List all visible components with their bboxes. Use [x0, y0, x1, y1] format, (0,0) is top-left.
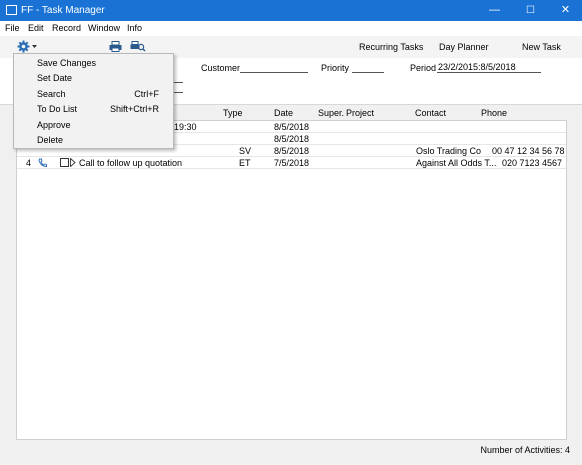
- print-preview-icon[interactable]: [130, 41, 146, 52]
- activity-table: 19:30 8/5/2018 8/5/2018 SV 8/5/2018 Oslo…: [16, 120, 567, 440]
- day-planner-button[interactable]: Day Planner: [439, 42, 489, 52]
- row-contact: Oslo Trading Co: [416, 146, 482, 156]
- play-arrow-icon[interactable]: [70, 158, 76, 167]
- row-subject: Call to follow up quotation: [79, 158, 183, 168]
- title-bar: FF - Task Manager — ☐ ✕: [0, 0, 582, 21]
- activity-count: Number of Activities: 4: [480, 445, 570, 455]
- menu-bar: File Edit Record Window Info: [0, 21, 582, 36]
- menu-item-search[interactable]: Search Ctrl+F: [14, 87, 173, 102]
- row-contact: Against All Odds T...: [416, 158, 497, 168]
- new-task-button[interactable]: New Task: [522, 42, 561, 52]
- close-button[interactable]: ✕: [548, 0, 582, 21]
- period-label: Period: [410, 63, 437, 73]
- customer-label: Customer: [201, 63, 241, 73]
- gear-icon[interactable]: [17, 40, 39, 53]
- row-date: 7/5/2018: [274, 158, 310, 168]
- menu-edit[interactable]: Edit: [28, 23, 44, 33]
- menu-item-label: Save Changes: [37, 58, 97, 68]
- menu-item-delete[interactable]: Delete: [14, 133, 173, 148]
- row-phone: 020 7123 4567: [502, 158, 563, 168]
- done-checkbox[interactable]: [60, 158, 69, 167]
- row-date: 8/5/2018: [274, 134, 310, 144]
- menu-file[interactable]: File: [5, 23, 20, 33]
- menu-item-label: Set Date: [37, 73, 73, 83]
- table-row[interactable]: 4 Call to follow up quotation ET 7/5/201…: [17, 157, 566, 169]
- menu-item-shortcut: Ctrl+F: [134, 89, 159, 99]
- menu-item-save-changes[interactable]: Save Changes: [14, 56, 173, 71]
- maximize-button[interactable]: ☐: [513, 0, 548, 21]
- col-project[interactable]: Project: [346, 108, 374, 118]
- menu-item-to-do-list[interactable]: To Do List Shift+Ctrl+R: [14, 102, 173, 117]
- menu-item-label: To Do List: [37, 104, 78, 114]
- col-type[interactable]: Type: [223, 108, 243, 118]
- customer-field[interactable]: [240, 62, 308, 73]
- menu-item-label: Delete: [37, 135, 64, 145]
- col-date[interactable]: Date: [274, 108, 293, 118]
- row-date: 8/5/2018: [274, 146, 310, 156]
- menu-info[interactable]: Info: [127, 23, 142, 33]
- phone-icon: [38, 158, 47, 167]
- window-title: FF - Task Manager: [21, 5, 105, 16]
- menu-record[interactable]: Record: [52, 23, 81, 33]
- menu-item-approve[interactable]: Approve: [14, 118, 173, 133]
- row-date: 8/5/2018: [274, 122, 310, 132]
- app-icon: [6, 5, 17, 15]
- menu-item-label: Search: [37, 89, 66, 99]
- col-phone[interactable]: Phone: [481, 108, 507, 118]
- printer-icon[interactable]: [109, 41, 122, 52]
- menu-item-set-date[interactable]: Set Date: [14, 71, 173, 86]
- menu-item-shortcut: Shift+Ctrl+R: [109, 104, 159, 114]
- operations-menu: Save Changes Set Date Search Ctrl+F To D…: [13, 53, 174, 149]
- filter-field-partial-2[interactable]: [174, 82, 183, 93]
- menu-window[interactable]: Window: [88, 23, 120, 33]
- period-field[interactable]: 23/2/2015:8/5/2018: [437, 62, 541, 73]
- row-phone: 00 47 12 34 56 78: [492, 146, 565, 156]
- col-super[interactable]: Super.: [318, 108, 344, 118]
- menu-item-label: Approve: [37, 120, 71, 130]
- row-type: ET: [239, 158, 251, 168]
- priority-field[interactable]: [352, 62, 384, 73]
- col-contact[interactable]: Contact: [415, 108, 446, 118]
- minimize-button[interactable]: —: [477, 0, 512, 21]
- recurring-tasks-button[interactable]: Recurring Tasks: [359, 42, 423, 52]
- priority-label: Priority: [321, 63, 350, 73]
- row-type: SV: [239, 146, 252, 156]
- row-subject: 19:30: [174, 122, 197, 132]
- row-number: 4: [26, 158, 32, 168]
